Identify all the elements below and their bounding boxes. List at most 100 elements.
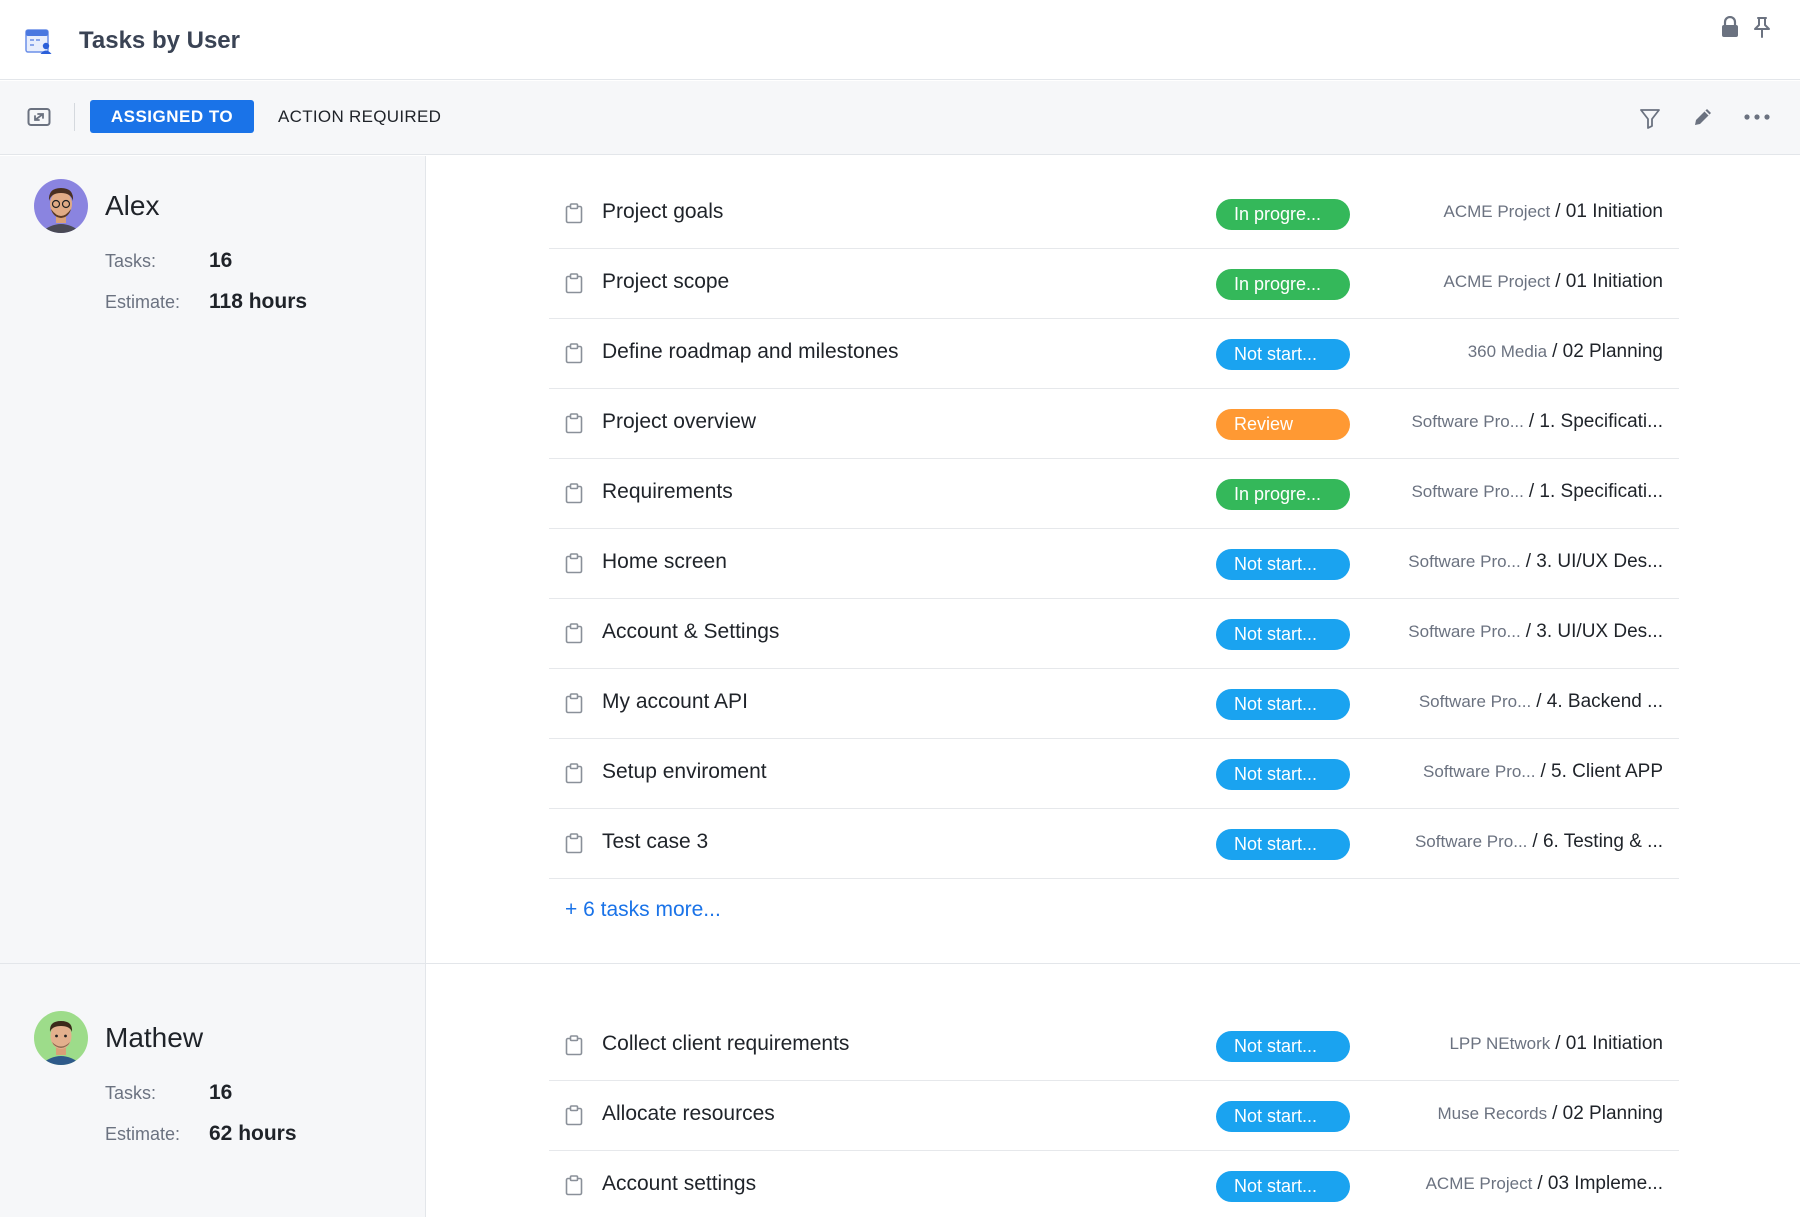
task-row[interactable]: Collect client requirements Not start...… bbox=[549, 1011, 1679, 1081]
task-path: Software Pro... / 1. Specificati... bbox=[1411, 411, 1663, 433]
clipboard-icon bbox=[565, 203, 583, 224]
project-link[interactable]: Muse Records bbox=[1437, 1104, 1547, 1124]
phase-name[interactable]: / 01 Initiation bbox=[1555, 1033, 1663, 1055]
phase-name[interactable]: / 6. Testing & ... bbox=[1532, 831, 1663, 853]
task-list: Collect client requirements Not start...… bbox=[549, 1011, 1679, 1217]
status-badge[interactable]: In progre... bbox=[1216, 269, 1350, 300]
task-name: My account API bbox=[602, 690, 748, 713]
project-link[interactable]: Software Pro... bbox=[1423, 762, 1535, 782]
task-row[interactable]: Account settings Not start... ACME Proje… bbox=[549, 1151, 1679, 1217]
project-link[interactable]: Software Pro... bbox=[1419, 692, 1531, 712]
task-name: Project scope bbox=[602, 270, 730, 293]
status-badge[interactable]: In progre... bbox=[1216, 199, 1350, 230]
task-name: Define roadmap and milestones bbox=[602, 340, 899, 363]
phase-name[interactable]: / 4. Backend ... bbox=[1536, 691, 1663, 713]
clipboard-icon bbox=[565, 413, 583, 434]
expand-icon[interactable] bbox=[27, 107, 51, 127]
status-badge[interactable]: Not start... bbox=[1216, 339, 1350, 370]
page-title: Tasks by User bbox=[79, 27, 240, 54]
status-badge[interactable]: Not start... bbox=[1216, 689, 1350, 720]
phase-name[interactable]: / 02 Planning bbox=[1552, 341, 1663, 363]
user-panel: Mathew Tasks: 16 Estimate: 62 hours bbox=[0, 964, 426, 1217]
task-row[interactable]: Project overview Review Software Pro... /… bbox=[549, 389, 1679, 459]
calendar-user-icon bbox=[25, 29, 52, 54]
phase-name[interactable]: / 1. Specificati... bbox=[1529, 411, 1663, 433]
clipboard-icon bbox=[565, 693, 583, 714]
status-badge[interactable]: Not start... bbox=[1216, 1101, 1350, 1132]
task-row[interactable]: Define roadmap and milestones Not start.… bbox=[549, 319, 1679, 389]
estimate-label: Estimate: bbox=[105, 1124, 181, 1144]
filter-icon[interactable] bbox=[1638, 106, 1662, 130]
status-badge[interactable]: Not start... bbox=[1216, 759, 1350, 790]
tasks-count: 16 bbox=[209, 1081, 233, 1104]
project-link[interactable]: Software Pro... bbox=[1411, 412, 1523, 432]
tasks-label: Tasks: bbox=[105, 1083, 157, 1103]
project-link[interactable]: ACME Project bbox=[1444, 202, 1551, 222]
clipboard-icon bbox=[565, 1035, 583, 1056]
task-row[interactable]: My account API Not start... Software Pro… bbox=[549, 669, 1679, 739]
tasks-count: 16 bbox=[209, 249, 233, 272]
tab-assigned-to[interactable]: ASSIGNED TO bbox=[90, 100, 254, 133]
toolbar-divider bbox=[74, 103, 75, 131]
task-path: Software Pro... / 3. UI/UX Des... bbox=[1408, 621, 1663, 643]
project-link[interactable]: ACME Project bbox=[1426, 1174, 1533, 1194]
project-link[interactable]: Software Pro... bbox=[1408, 622, 1520, 642]
task-row[interactable]: Home screen Not start... Software Pro...… bbox=[549, 529, 1679, 599]
status-badge[interactable]: In progre... bbox=[1216, 479, 1350, 510]
project-link[interactable]: 360 Media bbox=[1468, 342, 1547, 362]
clipboard-icon bbox=[565, 833, 583, 854]
project-link[interactable]: ACME Project bbox=[1444, 272, 1551, 292]
status-badge[interactable]: Not start... bbox=[1216, 1171, 1350, 1202]
phase-name[interactable]: / 02 Planning bbox=[1552, 1103, 1663, 1125]
project-link[interactable]: Software Pro... bbox=[1408, 552, 1520, 572]
more-tasks-link[interactable]: + 6 tasks more... bbox=[565, 898, 721, 922]
task-path: LPP NEtwork/ 01 Initiation bbox=[1449, 1033, 1663, 1055]
task-row[interactable]: Test case 3 Not start... Software Pro...… bbox=[549, 809, 1679, 879]
avatar[interactable] bbox=[34, 179, 88, 233]
task-row[interactable]: Account & Settings Not start... Software… bbox=[549, 599, 1679, 669]
project-link[interactable]: Software Pro... bbox=[1415, 832, 1527, 852]
clipboard-icon bbox=[565, 1105, 583, 1126]
phase-name[interactable]: / 01 Initiation bbox=[1555, 201, 1663, 223]
task-name: Home screen bbox=[602, 550, 727, 573]
task-path: ACME Project/ 01 Initiation bbox=[1444, 201, 1664, 223]
more-icon[interactable] bbox=[1743, 112, 1771, 122]
task-name: Account settings bbox=[602, 1172, 757, 1195]
phase-name[interactable]: / 03 Impleme... bbox=[1537, 1173, 1663, 1195]
clipboard-icon bbox=[565, 553, 583, 574]
task-row[interactable]: Allocate resources Not start... Muse Rec… bbox=[549, 1081, 1679, 1151]
phase-name[interactable]: / 3. UI/UX Des... bbox=[1526, 621, 1663, 643]
clipboard-icon bbox=[565, 623, 583, 644]
task-name: Collect client requirements bbox=[602, 1032, 850, 1055]
status-badge[interactable]: Not start... bbox=[1216, 549, 1350, 580]
status-badge[interactable]: Review bbox=[1216, 409, 1350, 440]
task-path: 360 Media/ 02 Planning bbox=[1468, 341, 1663, 363]
avatar[interactable] bbox=[34, 1011, 88, 1065]
phase-name[interactable]: / 3. UI/UX Des... bbox=[1526, 551, 1663, 573]
task-path: Software Pro.../ 5. Client APP bbox=[1423, 761, 1663, 783]
status-badge[interactable]: Not start... bbox=[1216, 619, 1350, 650]
phase-name[interactable]: / 5. Client APP bbox=[1540, 761, 1663, 783]
task-row[interactable]: Project scope In progre... ACME Project /… bbox=[549, 249, 1679, 319]
tab-action-required[interactable]: ACTION REQUIRED bbox=[278, 100, 441, 133]
project-link[interactable]: LPP NEtwork bbox=[1449, 1034, 1550, 1054]
lock-icon[interactable] bbox=[1720, 16, 1740, 38]
edit-icon[interactable] bbox=[1691, 105, 1715, 129]
user-section-mathew: Mathew Tasks: 16 Estimate: 62 hours Coll… bbox=[0, 964, 1800, 1217]
pin-icon[interactable] bbox=[1752, 15, 1772, 39]
task-path: ACME Project/ 03 Impleme... bbox=[1426, 1173, 1663, 1195]
task-row[interactable]: Project goals In progre... ACME Project /… bbox=[549, 179, 1679, 249]
task-row[interactable]: Requirements In progre... Software Pro..… bbox=[549, 459, 1679, 529]
phase-name[interactable]: / 01 Initiation bbox=[1555, 271, 1663, 293]
clipboard-icon bbox=[565, 763, 583, 784]
phase-name[interactable]: / 1. Specificati... bbox=[1529, 481, 1663, 503]
status-badge[interactable]: Not start... bbox=[1216, 829, 1350, 860]
status-badge[interactable]: Not start... bbox=[1216, 1031, 1350, 1062]
project-link[interactable]: Software Pro... bbox=[1411, 482, 1523, 502]
task-path: ACME Project/ 01 Initiation bbox=[1444, 271, 1664, 293]
title-bar: Tasks by User bbox=[0, 0, 1800, 80]
toolbar: ASSIGNED TO ACTION REQUIRED bbox=[0, 81, 1800, 155]
task-name: Allocate resources bbox=[602, 1102, 775, 1125]
clipboard-icon bbox=[565, 1175, 583, 1196]
task-row[interactable]: Setup enviroment Not start... Software P… bbox=[549, 739, 1679, 809]
